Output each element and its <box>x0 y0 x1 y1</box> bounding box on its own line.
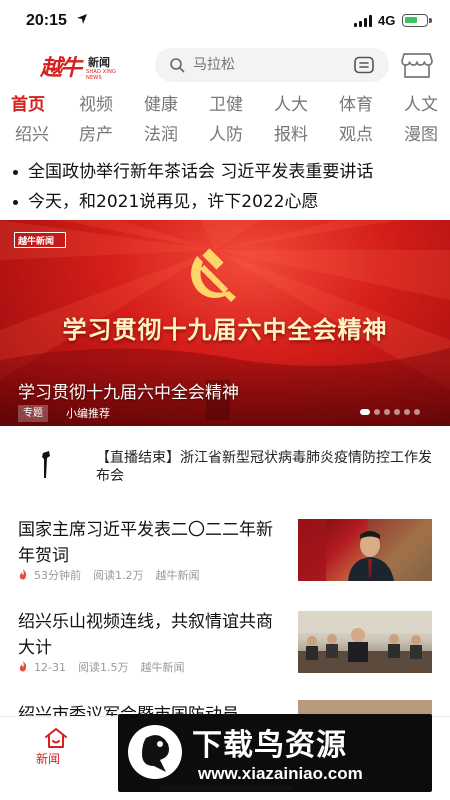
carousel-dot[interactable] <box>374 409 380 415</box>
search-bar[interactable] <box>155 48 389 82</box>
store-icon[interactable] <box>400 50 434 80</box>
news-meta: 53分钟前 阅读1.2万 越牛新闻 <box>18 567 288 582</box>
carousel-dot[interactable] <box>360 409 370 415</box>
signal-icon <box>354 15 374 27</box>
topic-tag: 专题 <box>18 405 48 422</box>
headline-text: 全国政协举行新年茶话会 习近平发表重要讲话 <box>28 162 374 182</box>
watermark-text: 下载鸟资源 <box>192 728 347 763</box>
banner-caption: 学习贯彻十九届六中全会精神 <box>18 383 239 403</box>
category-tab[interactable]: 房产 <box>70 120 122 145</box>
logo-main-text: 越牛 <box>40 55 82 81</box>
category-tab[interactable]: 人大 <box>265 90 317 115</box>
home-indicator[interactable] <box>158 785 292 790</box>
news-reads: 阅读1.5万 <box>77 661 129 674</box>
watermark-banner: 下载鸟资源 www.xiazainiao.com <box>118 714 432 792</box>
news-title: 国家主席习近平发表二〇二二年新年贺词 <box>18 520 273 566</box>
battery-icon <box>402 14 432 27</box>
thumbnail-image <box>298 519 432 581</box>
banner-author: 小编推荐 <box>66 407 110 420</box>
category-tab[interactable]: 绍兴 <box>6 120 58 145</box>
bullet-icon <box>13 169 18 175</box>
banner-carousel[interactable]: 越牛新闻 学习贯彻十九届六中全会精神 学习贯彻十九届六中全会精神 专题 小编推荐 <box>0 220 450 426</box>
carousel-dot[interactable] <box>394 409 400 415</box>
news-time: 53分钟前 <box>34 569 81 582</box>
category-tab[interactable]: 首页 <box>2 90 54 115</box>
category-tab[interactable]: 观点 <box>330 120 382 145</box>
news-source: 越牛新闻 <box>140 661 185 674</box>
flame-icon <box>19 569 27 580</box>
news-meta: 12-31 阅读1.5万 越牛新闻 <box>18 659 288 674</box>
search-icon <box>170 58 185 73</box>
carousel-indicator[interactable] <box>360 409 440 417</box>
category-tab[interactable]: 漫图 <box>395 120 447 145</box>
location-arrow-icon <box>77 14 87 24</box>
category-tab[interactable]: 法润 <box>135 120 187 145</box>
carousel-dot[interactable] <box>384 409 390 415</box>
headline-item[interactable]: 全国政协举行新年茶话会 习近平发表重要讲话 <box>10 157 440 182</box>
news-thumbnail[interactable] <box>298 611 432 673</box>
logo-sub-text: 新闻 <box>88 56 110 69</box>
news-thumbnail[interactable] <box>298 519 432 581</box>
carousel-dot[interactable] <box>414 409 420 415</box>
microphone-icon <box>42 451 50 478</box>
news-title: 绍兴乐山视频连线，共叙情谊共商大计 <box>18 612 273 658</box>
news-source: 越牛新闻 <box>155 569 200 582</box>
category-tab[interactable]: 报料 <box>265 120 317 145</box>
category-tab[interactable]: 体育 <box>330 90 382 115</box>
status-bar: 20:15 4G <box>0 0 450 44</box>
hammer-sickle-icon <box>191 248 236 302</box>
news-time: 12-31 <box>34 661 66 674</box>
home-icon[interactable] <box>44 727 68 749</box>
network-label: 4G <box>378 13 396 28</box>
category-tab[interactable]: 人文 <box>395 90 447 115</box>
category-tab[interactable]: 健康 <box>135 90 187 115</box>
carousel-dot[interactable] <box>404 409 410 415</box>
search-input[interactable] <box>193 55 343 75</box>
category-row-1: 首页 视频 健康 卫健 人大 体育 人文 <box>0 90 450 116</box>
tab-home-label[interactable]: 新闻 <box>36 750 60 767</box>
banner-title: 学习贯彻十九届六中全会精神 <box>62 316 388 344</box>
headline-text: 今天，和2021说再见，许下2022心愿 <box>28 192 319 212</box>
app-logo[interactable]: 越牛 新闻 SHAO XING NEWS <box>40 50 120 81</box>
bird-logo-icon <box>128 725 182 779</box>
category-tab[interactable]: 人防 <box>200 120 252 145</box>
news-item[interactable]: 绍兴乐山视频连线，共叙情谊共商大计 12-31 阅读1.5万 越牛新闻 <box>0 607 450 702</box>
scan-icon[interactable] <box>353 56 375 74</box>
category-tab[interactable]: 卫健 <box>200 90 252 115</box>
news-item[interactable]: 国家主席习近平发表二〇二二年新年贺词 53分钟前 阅读1.2万 越牛新闻 <box>0 515 450 610</box>
banner-logo: 越牛新闻 <box>14 232 66 248</box>
thumbnail-image <box>298 611 432 673</box>
logo-english-text: SHAO XING NEWS <box>86 69 117 81</box>
live-notice[interactable]: 【直播结束】浙江省新型冠状病毒肺炎疫情防控工作发布会 <box>96 449 436 485</box>
news-reads: 阅读1.2万 <box>93 569 144 582</box>
flame-icon <box>19 661 27 672</box>
banner-logo-text: 越牛新闻 <box>18 237 55 247</box>
status-time: 20:15 <box>26 12 67 29</box>
headline-item[interactable]: 今天，和2021说再见，许下2022心愿 <box>10 187 440 212</box>
watermark-url: www.xiazainiao.com <box>198 764 363 783</box>
bullet-icon <box>13 199 18 205</box>
category-tab[interactable]: 视频 <box>70 90 122 115</box>
category-row-2: 绍兴 房产 法润 人防 报料 观点 漫图 <box>0 120 450 146</box>
